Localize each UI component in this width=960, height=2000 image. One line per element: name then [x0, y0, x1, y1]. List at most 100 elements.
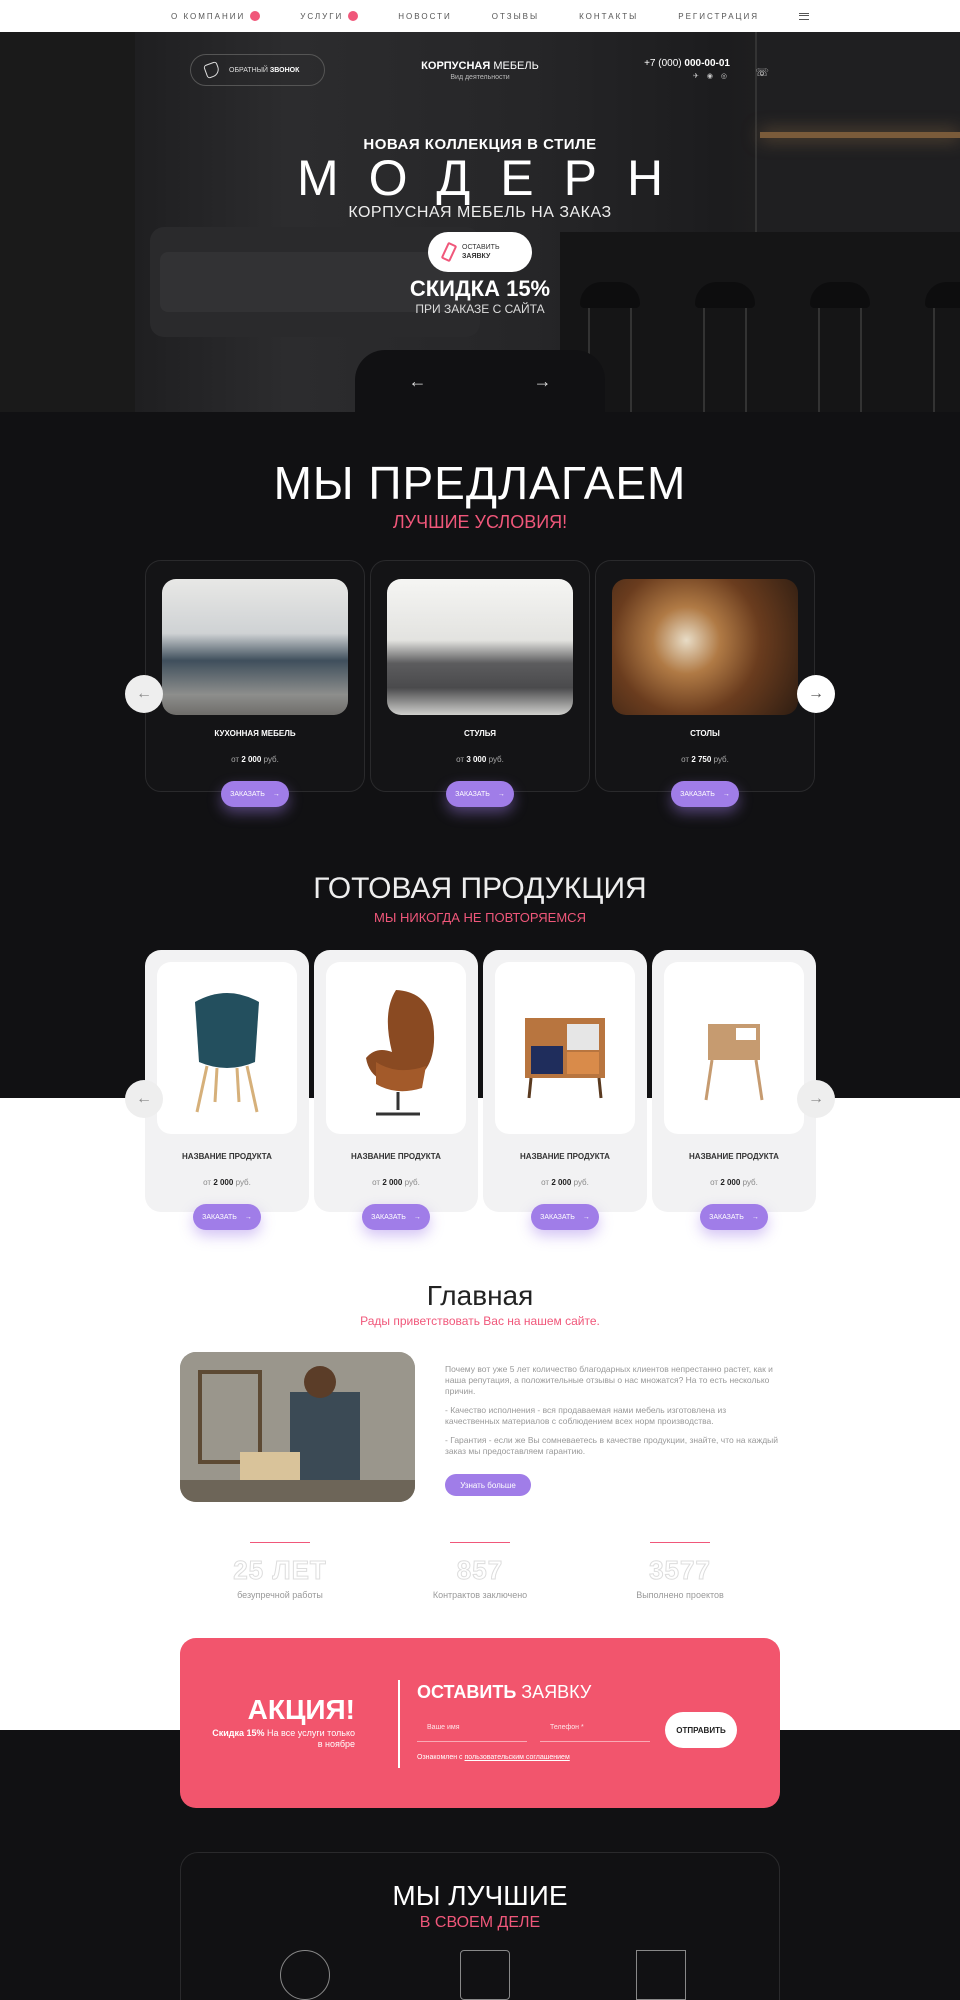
hero-background-wall [0, 32, 135, 412]
product-card[interactable]: НАЗВАНИЕ ПРОДУКТА от 2 000 руб. [145, 950, 309, 1212]
hero-slider-nav: ← → [355, 350, 605, 412]
best-subtitle: В СВОЕМ ДЕЛЕ [419, 1914, 541, 1931]
order-button[interactable]: ЗАКАЗАТЬ → [193, 1204, 261, 1230]
product-card[interactable]: НАЗВАНИЕ ПРОДУКТА от 2 000 руб. [314, 950, 478, 1212]
order-button[interactable]: ЗАКАЗАТЬ → [700, 1204, 768, 1230]
main-paragraph: - Гарантия - если же Вы сомневаетесь в к… [445, 1435, 779, 1456]
arrow-right-icon: → [272, 790, 280, 798]
offer-name: СТОЛЫ [690, 729, 720, 738]
offers-title: МЫ ПРЕДЛАГАЕМ [273, 457, 687, 509]
phone-handset-icon[interactable]: ☏ [735, 66, 769, 79]
menu-icon[interactable] [798, 12, 809, 20]
table-image [612, 579, 798, 715]
consent-text: Ознакомлен с пользовательским соглашение… [417, 1754, 570, 1761]
product-card[interactable]: НАЗВАНИЕ ПРОДУКТА от 2 000 руб. [483, 950, 647, 1212]
lamp-icon [636, 1950, 686, 2000]
offer-price: от 2 000 руб. [231, 755, 279, 764]
phone-number: +7 (000) 000-00-01 [644, 58, 730, 69]
nav-label: КОНТАКТЫ [579, 11, 639, 21]
nav-item-contacts[interactable]: КОНТАКТЫ [579, 12, 638, 21]
hero: ОБРАТНЫЙ ЗВОНОК КОРПУСНАЯ МЕБЕЛЬ Вид дея… [0, 32, 960, 412]
order-button[interactable]: ЗАКАЗАТЬ → [671, 781, 739, 807]
hero-order-label: ОСТАВИТЬ ЗАЯВКУ [462, 244, 500, 260]
name-field[interactable]: Ваше имя [417, 1720, 527, 1742]
nav-item-registration[interactable]: РЕГИСТРАЦИЯ [678, 12, 759, 21]
product-price: от 2 000 руб. [541, 1178, 589, 1187]
order-button[interactable]: ЗАКАЗАТЬ → [221, 781, 289, 807]
product-image [326, 962, 466, 1134]
learn-more-button[interactable]: Узнать больше [445, 1474, 531, 1496]
callback-button[interactable]: ОБРАТНЫЙ ЗВОНОК [190, 54, 325, 86]
top-nav: О КОМПАНИИ УСЛУГИ НОВОСТИ ОТЗЫВЫ КОНТАКТ… [0, 0, 960, 32]
arrow-right-icon: → [582, 1213, 590, 1221]
page: О КОМПАНИИ УСЛУГИ НОВОСТИ ОТЗЫВЫ КОНТАКТ… [0, 0, 960, 2000]
craftsman-photo [180, 1352, 415, 1502]
order-button[interactable]: ЗАКАЗАТЬ → [362, 1204, 430, 1230]
stat-label: безупречной работы [237, 1590, 323, 1600]
product-price: от 2 000 руб. [372, 1178, 420, 1187]
send-button[interactable]: ОТПРАВИТЬ [665, 1712, 737, 1748]
nav-item-about[interactable]: О КОМПАНИИ [171, 11, 261, 21]
brand-logo[interactable]: КОРПУСНАЯ МЕБЕЛЬ Вид деятельности [380, 60, 580, 81]
offer-name: КУХОННАЯ МЕБЕЛЬ [214, 729, 296, 738]
main-paragraph: Почему вот уже 5 лет количество благодар… [445, 1364, 773, 1396]
workshop-icon [280, 1950, 330, 2000]
arrow-right-icon: → [244, 1213, 252, 1221]
badge-dot [348, 11, 359, 21]
order-button[interactable]: ЗАКАЗАТЬ → [531, 1204, 599, 1230]
promo-title: АКЦИЯ! [247, 1694, 355, 1725]
main-paragraph: - Качество исполнения - вся продаваемая … [445, 1405, 727, 1426]
stat-number: 3577 [649, 1555, 711, 1586]
header-phone[interactable]: +7 (000) 000-00-01 ✈ ◉ ◎ [620, 58, 730, 80]
arrow-right-icon: → [413, 1213, 421, 1221]
hero-subtitle: КОРПУСНАЯ МЕБЕЛЬ НА ЗАКАЗ [348, 204, 612, 221]
brand-name: КОРПУСНАЯ МЕБЕЛЬ [421, 60, 539, 72]
agreement-link[interactable]: пользовательским соглашением [465, 1754, 570, 1761]
offer-price: от 3 000 руб. [456, 755, 504, 764]
product-image [157, 962, 297, 1134]
nav-item-services[interactable]: УСЛУГИ [300, 11, 359, 21]
slider-prev-button[interactable]: ← [125, 675, 163, 713]
offers-subtitle: ЛУЧШИЕ УСЛОВИЯ! [392, 512, 568, 532]
product-name: НАЗВАНИЕ ПРОДУКТА [182, 1152, 272, 1161]
nav-label: НОВОСТИ [398, 11, 452, 21]
stat-number: 857 [456, 1555, 504, 1586]
offer-name: СТУЛЬЯ [464, 729, 496, 738]
slider-prev-button[interactable]: ← [125, 1080, 163, 1118]
house-icon [460, 1950, 510, 2000]
arrow-left-icon[interactable]: ← [409, 371, 427, 392]
stat-number: 25 ЛЕТ [233, 1555, 327, 1586]
product-price: от 2 000 руб. [710, 1178, 758, 1187]
promo-banner: АКЦИЯ! Скидка 15% На все услуги только в… [180, 1638, 780, 1808]
arrow-right-icon: → [751, 1213, 759, 1221]
stat-projects: 3577 Выполнено проектов [580, 1542, 780, 1600]
arrow-right-icon[interactable]: → [534, 371, 552, 392]
hero-order-button[interactable]: ОСТАВИТЬ ЗАЯВКУ [428, 232, 532, 272]
arrow-right-icon: → [722, 790, 730, 798]
offer-card-kitchen[interactable]: КУХОННАЯ МЕБЕЛЬ от 2 000 руб. [145, 560, 365, 792]
product-card[interactable]: НАЗВАНИЕ ПРОДУКТА от 2 000 руб. [652, 950, 816, 1212]
nav-item-news[interactable]: НОВОСТИ [398, 12, 451, 21]
phone-field[interactable]: Телефон * [540, 1720, 650, 1742]
promo-subtitle: Скидка 15% На все услуги только в ноябре [212, 1728, 355, 1749]
nav-label: УСЛУГИ [300, 11, 344, 21]
slider-next-button[interactable]: → [797, 1080, 835, 1118]
main-title: Главная [426, 1280, 534, 1311]
divider [398, 1680, 400, 1768]
hero-discount: СКИДКА 15% [409, 276, 551, 301]
hero-discount-note: ПРИ ЗАКАЗЕ С САЙТА [415, 302, 545, 316]
order-button[interactable]: ЗАКАЗАТЬ → [446, 781, 514, 807]
product-image [495, 962, 635, 1134]
nav-label: ОТЗЫВЫ [491, 11, 540, 21]
offer-card-chairs[interactable]: СТУЛЬЯ от 3 000 руб. [370, 560, 590, 792]
offer-card-tables[interactable]: СТОЛЫ от 2 750 руб. [595, 560, 815, 792]
phone-icon [203, 61, 221, 79]
nav-item-reviews[interactable]: ОТЗЫВЫ [492, 12, 539, 21]
stat-label: Выполнено проектов [636, 1590, 724, 1600]
product-name: НАЗВАНИЕ ПРОДУКТА [351, 1152, 441, 1161]
product-price: от 2 000 руб. [203, 1178, 251, 1187]
messenger-icons[interactable]: ✈ ◉ ◎ [620, 72, 730, 80]
kitchen-image [162, 579, 348, 715]
ready-subtitle: МЫ НИКОГДА НЕ ПОВТОРЯЕМСЯ [374, 910, 586, 925]
slider-next-button[interactable]: → [797, 675, 835, 713]
